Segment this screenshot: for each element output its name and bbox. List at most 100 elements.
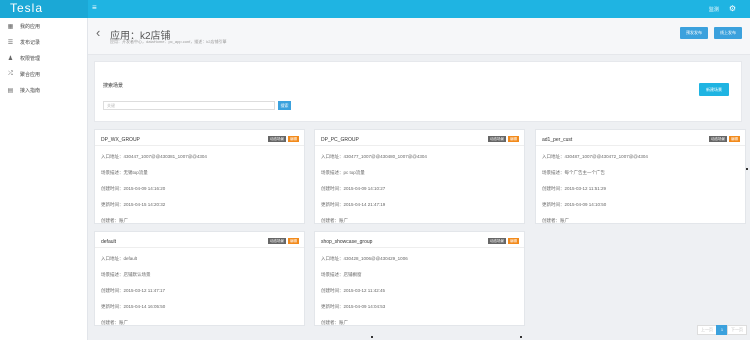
nav-monitor-link[interactable]: 监测: [709, 6, 719, 13]
creator-value: 账广: [119, 218, 128, 223]
sidebar-item-label: 我的应用: [20, 23, 41, 30]
entry-row: 入口地址：430477_1007@@430480_1007@@4304: [321, 154, 427, 159]
entry-row: 入口地址：430447_1007@@430381_1007@@4304: [101, 154, 207, 159]
dynamic-scene-tag[interactable]: 动态场景: [488, 238, 506, 244]
creator-row: 创建者：账广: [101, 320, 128, 325]
entry-value: 430477_1007@@430480_1007@@4304: [343, 154, 427, 159]
desc-value: 店铺默认场景: [123, 272, 151, 277]
dynamic-scene-tag[interactable]: 动态场景: [488, 136, 506, 142]
desc-value: 每个广告主一个广告: [564, 170, 606, 175]
scene-card: DP_PC_GROUP 动态场景 编辑 入口地址：430477_1007@@43…: [314, 129, 525, 224]
top-bar: Tesla ≡ 监测 ⚙: [0, 0, 750, 18]
search-input[interactable]: 关键: [103, 101, 275, 110]
sidebar-item-release-log[interactable]: ☰ 发布记录: [0, 34, 87, 50]
desc-row: 场景描述：pc top流量: [321, 170, 365, 175]
new-scene-button[interactable]: 新建场景: [699, 83, 729, 96]
updated-value: 2015-04-15 14:20:32: [123, 202, 166, 207]
sidebar-item-guide[interactable]: ▤ 接入指南: [0, 82, 87, 98]
user-icon: ♟: [7, 55, 14, 62]
scene-card-title[interactable]: DP_WX_GROUP: [101, 137, 140, 143]
scene-card-title[interactable]: DP_PC_GROUP: [321, 137, 359, 143]
entry-row: 入口地址：430487_1007@@430472_1007@@4304: [542, 154, 648, 159]
entry-value: 430428_1006@@430429_1006: [343, 256, 408, 261]
updated-row: 更新时间：2015-04-15 14:20:32: [101, 202, 166, 207]
creator-row: 创建者：账广: [321, 320, 348, 325]
divider: [315, 145, 524, 146]
created-value: 2015-03-12 11:42:45: [343, 288, 385, 293]
cursor-mark: [746, 168, 748, 170]
divider: [95, 247, 304, 248]
creator-value: 账广: [560, 218, 569, 223]
divider: [95, 145, 304, 146]
sidebar-item-my-apps[interactable]: ▦ 我的应用: [0, 18, 87, 34]
entry-value: default: [123, 256, 138, 261]
updated-row: 更新时间：2015-04-14 16:05:50: [101, 304, 166, 309]
updated-row: 更新时间：2015-04-14 21:47:19: [321, 202, 386, 207]
scene-card-title[interactable]: shop_showcase_group: [321, 239, 372, 245]
sidebar-item-label: 接入指南: [20, 87, 41, 94]
updated-value: 2015-04-09 14:04:53: [343, 304, 386, 309]
edit-button[interactable]: 编辑: [508, 136, 519, 142]
list-icon: ☰: [7, 39, 14, 46]
edit-button[interactable]: 编辑: [288, 238, 299, 244]
sidebar: ▦ 我的应用 ☰ 发布记录 ♟ 权限管理 ⤮ 聚合应用 ▤ 接入指南: [0, 18, 88, 340]
entry-row: 入口地址：default: [101, 256, 138, 261]
sidebar-item-permissions[interactable]: ♟ 权限管理: [0, 50, 87, 66]
top-right-nav: 监测 ⚙: [709, 0, 750, 18]
edit-button[interactable]: 编辑: [508, 238, 519, 244]
scene-card: DP_WX_GROUP 动态场景 编辑 入口地址：430447_1007@@43…: [94, 129, 305, 224]
creator-row: 创建者：账广: [542, 218, 569, 223]
scene-card-title[interactable]: default: [101, 239, 116, 245]
scene-card-title[interactable]: ad1_per_cust: [542, 137, 572, 143]
edit-button[interactable]: 编辑: [288, 136, 299, 142]
desc-value: pc top流量: [343, 170, 365, 175]
release-button[interactable]: 线上发布: [714, 27, 742, 39]
hamburger-icon[interactable]: ≡: [92, 3, 97, 13]
created-row: 创建时间：2015-04-09 14:16:20: [101, 186, 166, 191]
dynamic-scene-tag[interactable]: 动态场景: [709, 136, 727, 142]
gear-icon[interactable]: ⚙: [729, 5, 736, 13]
page-header: ‹ 应用：k2店铺 应用：开发者中心，dataHome：pc_app.conf，…: [88, 18, 750, 55]
created-value: 2015-03-12 11:51:29: [564, 186, 606, 191]
desc-value: 无锡top流量: [123, 170, 148, 175]
updated-row: 更新时间：2015-04-09 14:10:50: [542, 202, 607, 207]
sidebar-item-label: 权限管理: [20, 55, 41, 62]
creator-value: 账广: [119, 320, 128, 325]
entry-value: 430447_1007@@430381_1007@@4304: [123, 154, 207, 159]
scene-card: default 动态场景 编辑 入口地址：default 场景描述：店铺默认场景…: [94, 231, 305, 326]
sidebar-item-aggregate-apps[interactable]: ⤮ 聚合应用: [0, 66, 87, 82]
desc-row: 场景描述：店铺橱窗: [321, 272, 362, 277]
breadcrumb: 应用：开发者中心，dataHome：pc_app.conf，描述：k2店铺引擎: [110, 39, 227, 44]
dynamic-scene-tag[interactable]: 动态场景: [268, 136, 286, 142]
scene-card: ad1_per_cust 动态场景 编辑 入口地址：430487_1007@@4…: [535, 129, 746, 224]
sidebar-item-label: 发布记录: [20, 39, 41, 46]
created-value: 2015-03-12 11:47:17: [123, 288, 165, 293]
created-row: 创建时间：2015-03-12 11:42:45: [321, 288, 385, 293]
scene-card: shop_showcase_group 动态场景 编辑 入口地址：430428_…: [314, 231, 525, 326]
updated-row: 更新时间：2015-04-09 14:04:53: [321, 304, 386, 309]
doc-icon: ▤: [7, 87, 14, 94]
grid-icon: ▦: [7, 23, 14, 30]
creator-value: 账广: [339, 320, 348, 325]
created-value: 2015-04-09 14:10:27: [343, 186, 386, 191]
creator-row: 创建者：账广: [321, 218, 348, 223]
next-page-button[interactable]: 下一页: [727, 325, 747, 335]
created-value: 2015-04-09 14:16:20: [123, 186, 166, 191]
prerelease-button[interactable]: 预发发布: [680, 27, 708, 39]
cursor-mark: [371, 336, 373, 338]
brand-logo[interactable]: Tesla: [0, 0, 88, 18]
main-content: ‹ 应用：k2店铺 应用：开发者中心，dataHome：pc_app.conf，…: [88, 18, 750, 340]
search-button[interactable]: 搜索: [278, 101, 291, 110]
updated-value: 2015-04-09 14:10:50: [564, 202, 607, 207]
back-arrow-icon[interactable]: ‹: [96, 26, 100, 40]
prev-page-button[interactable]: 上一页: [697, 325, 717, 335]
search-panel-title: 搜索场景: [103, 83, 124, 89]
edit-button[interactable]: 编辑: [729, 136, 740, 142]
creator-value: 账广: [339, 218, 348, 223]
dynamic-scene-tag[interactable]: 动态场景: [268, 238, 286, 244]
search-panel: 搜索场景 关键 搜索 新建场景: [94, 61, 742, 122]
cursor-mark: [520, 336, 522, 338]
pagination: 上一页 1 下一页: [697, 325, 747, 335]
divider: [536, 145, 745, 146]
updated-value: 2015-04-14 21:47:19: [343, 202, 386, 207]
